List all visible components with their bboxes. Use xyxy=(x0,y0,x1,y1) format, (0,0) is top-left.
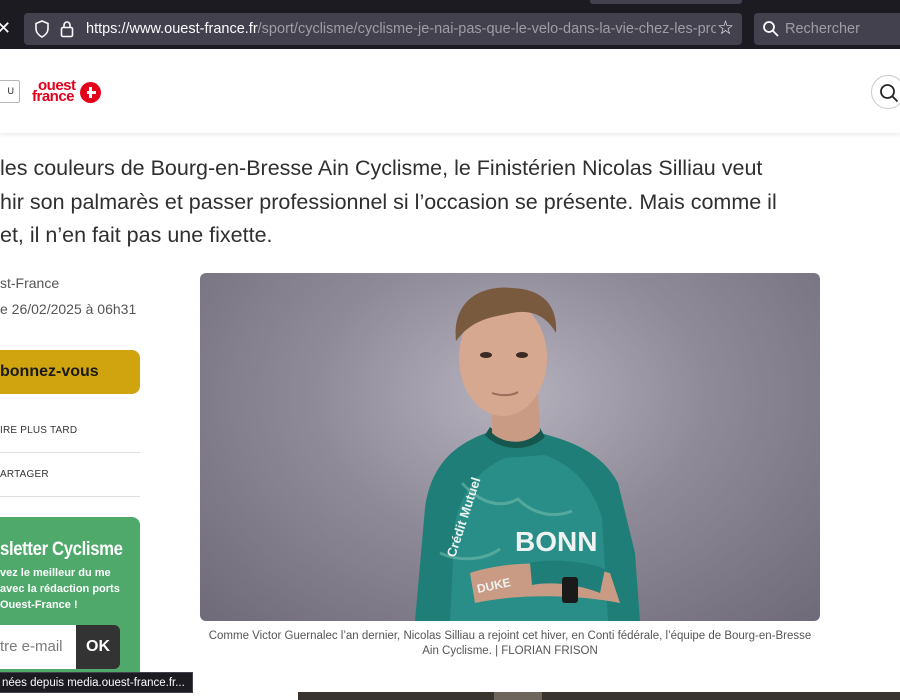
site-search-button[interactable] xyxy=(871,75,900,109)
lede-line: hir son palmarès et passer professionnel… xyxy=(0,189,777,214)
lede-line: et, il n’en fait pas une fixette. xyxy=(0,223,273,247)
byline-author: st-France xyxy=(0,275,60,291)
lede-line: les couleurs de Bourg-en-Bresse Ain Cycl… xyxy=(0,156,763,180)
close-icon[interactable]: ✕ xyxy=(0,15,16,41)
jersey-sponsor-text: BONN xyxy=(515,526,597,557)
url-path: /sport/cyclisme/cyclisme-je-nai-pas-que-… xyxy=(257,21,716,37)
menu-button[interactable]: U xyxy=(0,80,20,103)
browser-status-bar: nées depuis media.ouest-france.fr... xyxy=(0,672,193,693)
tab-indicator xyxy=(590,0,742,4)
site-header: U ouest france xyxy=(0,49,900,133)
article-photo[interactable]: BONN Crédit Mutuel DUKE xyxy=(200,273,820,621)
next-image-strip xyxy=(298,692,900,700)
byline-date: e 26/02/2025 à 06h31 xyxy=(0,301,137,317)
shield-icon[interactable] xyxy=(34,20,50,38)
logo-mark-icon xyxy=(80,82,101,103)
logo-wordmark: ouest france xyxy=(32,77,76,105)
url-bar[interactable]: https://www.ouest-france.fr/sport/cyclis… xyxy=(24,13,742,45)
cyclist-illustration: BONN Crédit Mutuel DUKE xyxy=(415,287,640,621)
subscribe-button[interactable]: bonnez-vous xyxy=(0,350,140,394)
lock-icon[interactable] xyxy=(60,20,74,38)
browser-search-field[interactable]: Rechercher xyxy=(754,13,900,45)
photo-caption: Comme Victor Guernalec l’an dernier, Nic… xyxy=(208,630,812,657)
read-later-button[interactable]: IRE PLUS TARD xyxy=(0,409,140,453)
newsletter-box: sletter Cyclisme vez le meilleur du me a… xyxy=(0,517,140,682)
article-lede: les couleurs de Bourg-en-Bresse Ain Cycl… xyxy=(0,152,820,253)
search-icon xyxy=(880,84,899,103)
search-icon xyxy=(763,21,779,37)
url-text[interactable]: https://www.ouest-france.fr/sport/cyclis… xyxy=(86,13,716,45)
browser-search-placeholder: Rechercher xyxy=(785,21,860,37)
newsletter-ok-button[interactable]: OK xyxy=(76,625,120,669)
newsletter-title: sletter Cyclisme xyxy=(0,539,123,560)
bookmark-star-icon[interactable]: ☆ xyxy=(717,18,737,40)
newsletter-description: vez le meilleur du me avec la rédaction … xyxy=(0,567,120,611)
share-button[interactable]: ARTAGER xyxy=(0,453,140,497)
url-host: https://www.ouest-france.fr xyxy=(86,21,258,37)
ouest-france-logo[interactable]: ouest france xyxy=(32,77,102,106)
newsletter-email-input[interactable]: tre e-mail xyxy=(0,625,76,669)
browser-toolbar: ✕ https://www.ouest-france.fr/sport/cycl… xyxy=(0,0,900,49)
